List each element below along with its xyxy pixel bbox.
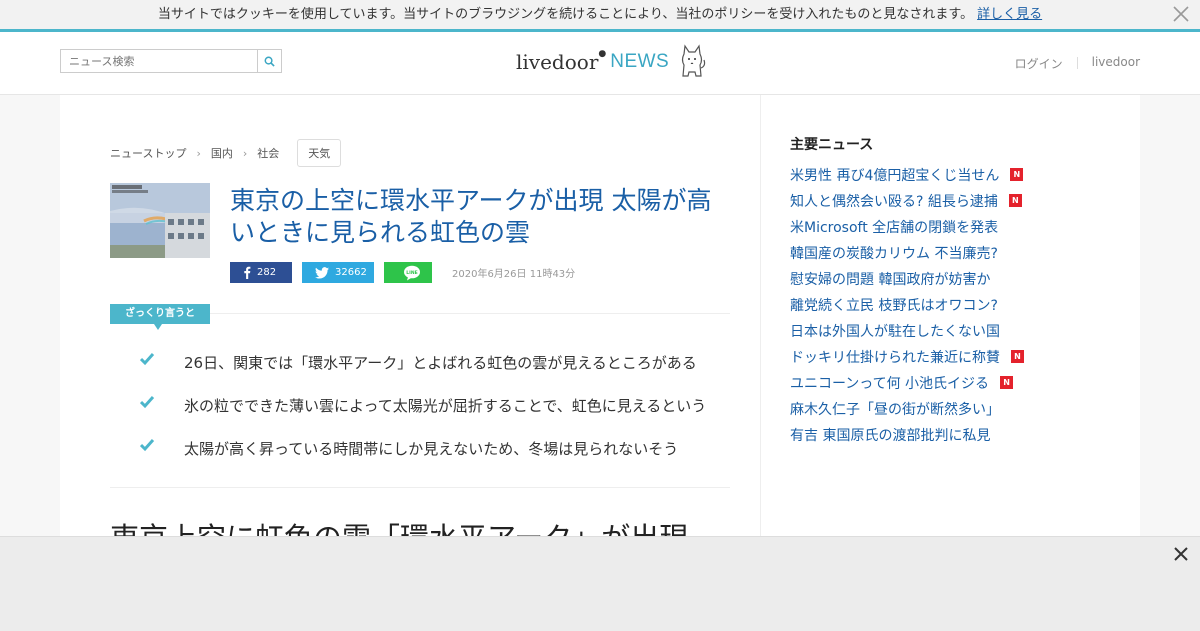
site-header: livedoor ● NEWS ログイン livedoor	[0, 32, 1200, 95]
chevron-right-icon: ›	[196, 146, 201, 160]
news-list-item[interactable]: 韓国産の炭酸カリウム 不当廉売?	[790, 243, 1024, 269]
check-icon	[140, 439, 155, 452]
summary-point: 太陽が高く昇っている時間帯にしか見えないため、冬場は見られないそう	[140, 438, 740, 481]
summary-label: ざっくり言うと	[110, 304, 210, 330]
check-icon	[140, 353, 155, 366]
search-input[interactable]	[60, 49, 258, 73]
sidebar-title: 主要ニュース	[790, 137, 874, 153]
twitter-share-button[interactable]: 32662	[302, 262, 374, 283]
close-icon[interactable]	[1173, 546, 1189, 562]
line-share-button[interactable]: LINE	[384, 262, 432, 283]
new-badge: N	[1008, 194, 1022, 207]
line-icon: LINE	[403, 265, 420, 280]
cookie-more-link[interactable]: 詳しく見る	[977, 7, 1042, 22]
news-item-label[interactable]: 離党続く立民 枝野氏はオワコン?	[790, 295, 998, 315]
thumbnail-photo	[110, 183, 210, 258]
news-list-item[interactable]: 知人と偶然会い殴る? 組長ら逮捕 N	[790, 191, 1024, 217]
svg-text:LINE: LINE	[406, 270, 417, 276]
chevron-right-icon: ›	[242, 146, 248, 160]
facebook-icon	[244, 266, 251, 279]
logo-livedoor-text: livedoor	[516, 50, 599, 74]
ad-overlay	[0, 536, 1200, 631]
news-list-item[interactable]: ユニコーンって何 小池氏イジる N	[790, 373, 1024, 399]
news-item-label[interactable]: ドッキリ仕掛けられた兼近に称賛	[790, 347, 1000, 367]
news-list-item[interactable]: 離党続く立民 枝野氏はオワコン?	[790, 295, 1024, 321]
topic-tag[interactable]: 天気	[297, 139, 342, 167]
login-link[interactable]: ログイン	[1015, 55, 1063, 72]
news-item-label[interactable]: 米Microsoft 全店舗の閉鎖を発表	[790, 217, 998, 237]
top-news-list: 米男性 再び4億円超宝くじ当せん N 知人と偶然会い殴る? 組長ら逮捕 N 米Mic…	[790, 165, 1024, 451]
news-list-item[interactable]: 日本は外国人が駐在したくない国	[790, 321, 1024, 347]
news-item-label[interactable]: 韓国産の炭酸カリウム 不当廉売?	[790, 243, 998, 263]
news-item-label[interactable]: ユニコーンって何 小池氏イジる	[790, 373, 989, 393]
news-item-label[interactable]: 米男性 再び4億円超宝くじ当せん	[790, 165, 999, 185]
check-icon	[140, 396, 155, 409]
publish-date: 2020年6月26日 11時43分	[452, 269, 576, 280]
summary-point-text: 26日、関東では「環水平アーク」とよばれる虹色の雲が見えるところがある	[184, 354, 697, 372]
news-item-label[interactable]: 有吉 東国原氏の渡部批判に私見	[790, 425, 990, 445]
livedoor-link[interactable]: livedoor	[1092, 55, 1140, 72]
summary-point: 氷の粒でできた薄い雲によって太陽光が屈折することで、虹色に見えるという	[140, 395, 740, 438]
facebook-count: 282	[257, 267, 277, 278]
article-title[interactable]: 東京の上空に環水平アークが出現 太陽が高いときに見られる虹色の雲	[230, 185, 730, 249]
news-item-label[interactable]: 麻木久仁子「昼の街が断然多い」	[790, 399, 1000, 419]
breadcrumb-domestic[interactable]: 国内	[211, 145, 233, 161]
search-form	[60, 49, 282, 75]
summary-point-text: 氷の粒でできた薄い雲によって太陽光が屈折することで、虹色に見えるという	[184, 397, 707, 415]
breadcrumb-society[interactable]: 社会	[257, 145, 279, 161]
news-list-item[interactable]: 米男性 再び4億円超宝くじ当せん N	[790, 165, 1024, 191]
twitter-icon	[315, 266, 329, 279]
search-button[interactable]	[257, 49, 282, 73]
news-list-item[interactable]: 米Microsoft 全店舗の閉鎖を発表	[790, 217, 1024, 243]
news-item-label[interactable]: 知人と偶然会い殴る? 組長ら逮捕	[790, 191, 998, 211]
close-icon[interactable]	[1172, 5, 1190, 23]
new-badge: N	[1010, 168, 1024, 181]
site-logo[interactable]: livedoor ● NEWS	[516, 44, 707, 80]
twitter-count: 32662	[335, 267, 367, 278]
dog-mascot-icon	[682, 44, 706, 77]
cookie-text: 当サイトではクッキーを使用しています。当サイトのブラウジングを続けることにより、…	[157, 7, 974, 22]
new-badge: N	[1000, 376, 1014, 389]
logo-news-text: NEWS	[610, 51, 670, 72]
summary-point-text: 太陽が高く昇っている時間帯にしか見えないため、冬場は見られないそう	[184, 440, 679, 458]
breadcrumb-news-top[interactable]: ニューストップ	[110, 145, 186, 161]
summary-point: 26日、関東では「環水平アーク」とよばれる虹色の雲が見えるところがある	[140, 352, 740, 395]
news-list-item[interactable]: 麻木久仁子「昼の街が断然多い」	[790, 399, 1024, 425]
search-icon	[264, 56, 275, 67]
summary-points: 26日、関東では「環水平アーク」とよばれる虹色の雲が見えるところがある 氷の粒で…	[140, 352, 740, 481]
facebook-share-button[interactable]: 282	[230, 262, 292, 283]
share-bar: 282 32662 LINE 2020年6月26日 11時43分	[230, 262, 575, 283]
news-item-label[interactable]: 日本は外国人が駐在したくない国	[790, 321, 1000, 341]
logo-dot: ●	[598, 49, 607, 59]
news-list-item[interactable]: 慰安婦の問題 韓国政府が妨害か	[790, 269, 1024, 295]
breadcrumb: ニューストップ › 国内 › 社会 天気	[110, 139, 342, 167]
article-thumbnail[interactable]	[110, 183, 210, 258]
header-nav: ログイン livedoor	[1015, 55, 1140, 72]
news-item-label[interactable]: 慰安婦の問題 韓国政府が妨害か	[790, 269, 990, 289]
news-list-item[interactable]: 有吉 東国原氏の渡部批判に私見	[790, 425, 1024, 451]
news-list-item[interactable]: ドッキリ仕掛けられた兼近に称賛 N	[790, 347, 1024, 373]
cookie-banner: 当サイトではクッキーを使用しています。当サイトのブラウジングを続けることにより、…	[0, 0, 1200, 32]
nav-divider	[1076, 57, 1078, 69]
section-divider	[110, 487, 730, 488]
new-badge: N	[1011, 350, 1024, 363]
